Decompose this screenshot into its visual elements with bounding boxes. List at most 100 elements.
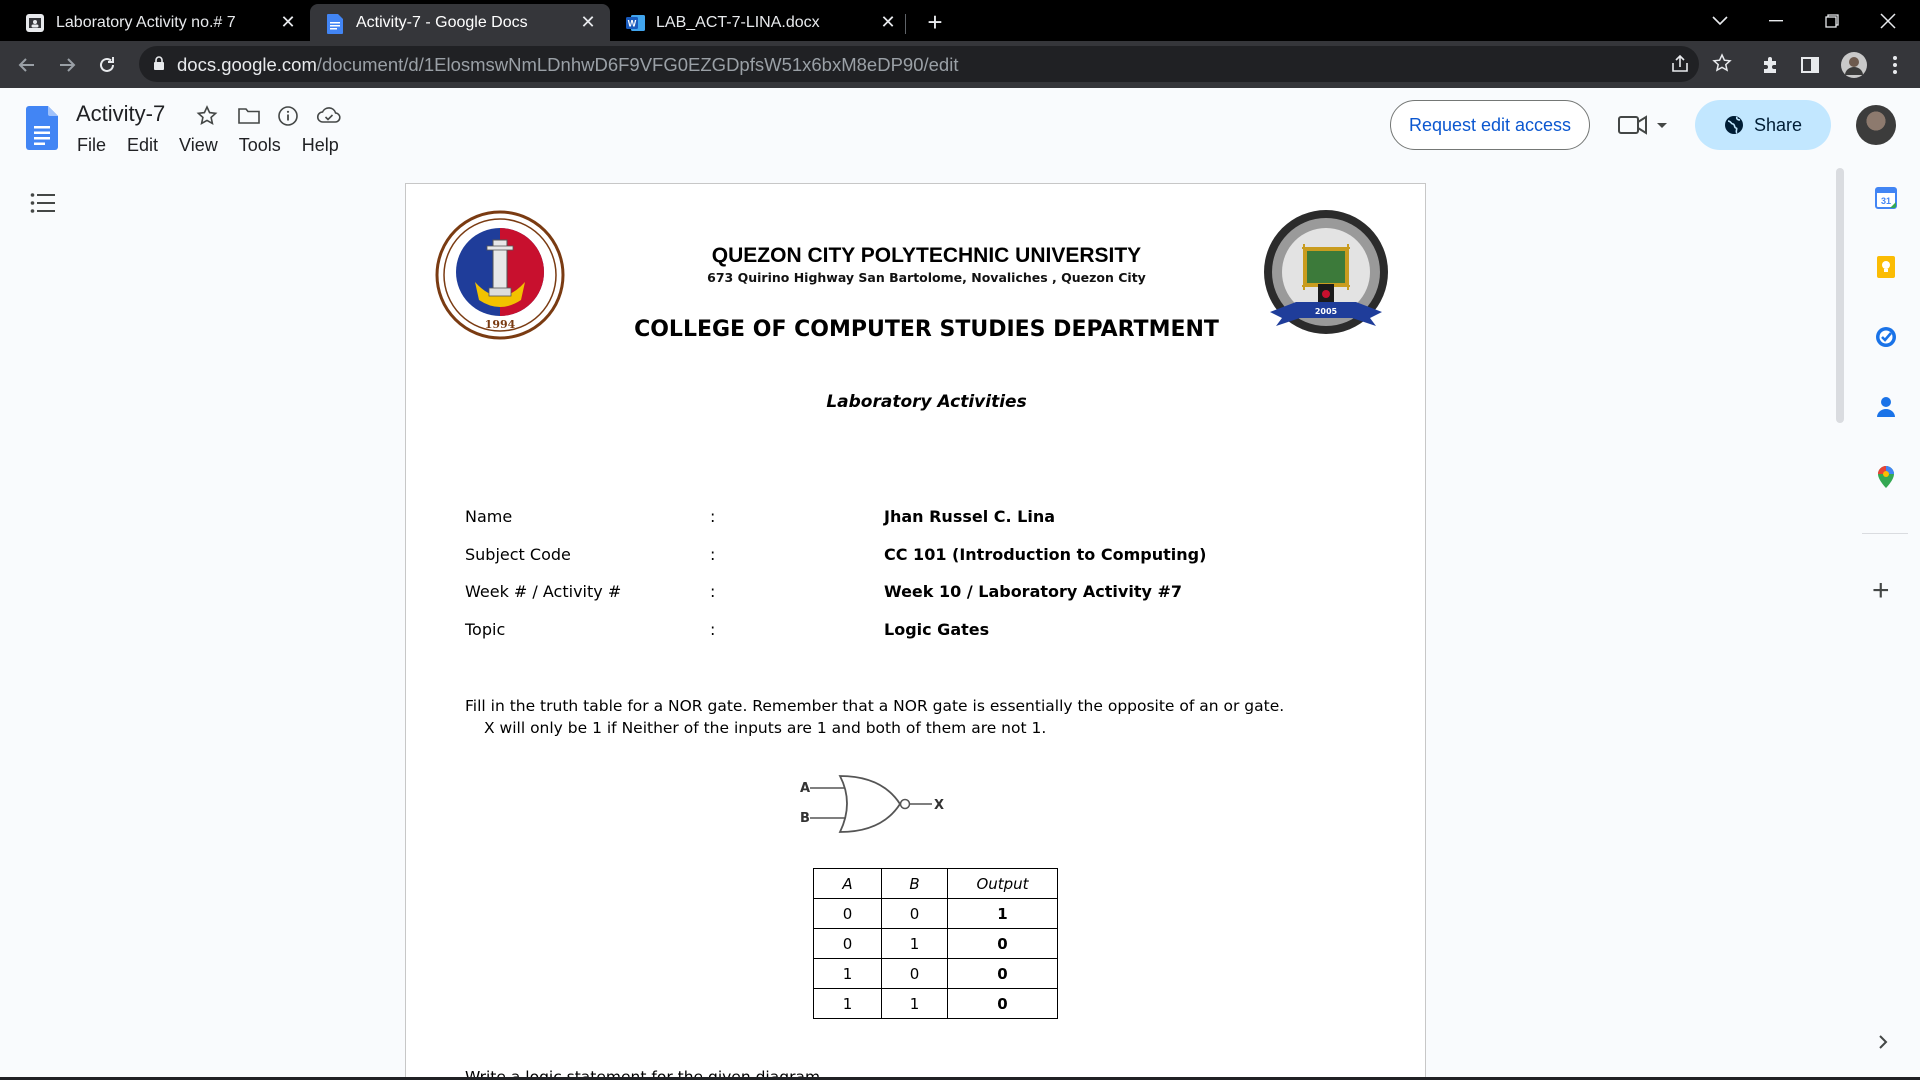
add-addon-button[interactable]: +: [1872, 574, 1890, 608]
table-row: 0 0 1: [813, 898, 1058, 929]
nor-gate-diagram: A B X: [800, 775, 944, 833]
instruction-line-2: X will only be 1 if Neither of the input…: [484, 719, 1047, 737]
docs-header: Activity-7 File Edit View Tools Help Req…: [0, 88, 1920, 168]
info-label: Week # / Activity #: [465, 582, 622, 601]
scrollbar-thumb[interactable]: [1836, 168, 1844, 423]
restore-icon[interactable]: [1804, 0, 1860, 41]
cell-b: 1: [881, 988, 948, 1019]
close-window-icon[interactable]: [1860, 0, 1916, 41]
menu-file[interactable]: File: [77, 135, 106, 156]
tab-title: Laboratory Activity no.# 7: [56, 13, 236, 31]
info-label: Subject Code: [465, 545, 571, 564]
tab-title: LAB_ACT-7-LINA.docx: [656, 13, 820, 31]
document-title[interactable]: Activity-7: [76, 101, 165, 127]
tab-word-doc[interactable]: W LAB_ACT-7-LINA.docx ✕: [610, 4, 910, 41]
laboratory-title: Laboratory Activities: [826, 392, 1027, 412]
meet-icon[interactable]: [1617, 113, 1669, 142]
menu-help[interactable]: Help: [302, 135, 339, 156]
forward-icon[interactable]: [52, 50, 82, 80]
cell-output: 0: [947, 988, 1058, 1019]
gate-output-x-label: X: [934, 798, 944, 813]
cell-b: 1: [881, 928, 948, 959]
close-icon[interactable]: ✕: [578, 12, 598, 33]
info-value: Week 10 / Laboratory Activity #7: [884, 582, 1182, 601]
back-icon[interactable]: [12, 50, 42, 80]
maps-icon[interactable]: [1874, 465, 1898, 489]
lock-icon[interactable]: [153, 56, 165, 76]
share-label: Share: [1753, 114, 1803, 135]
tab-search-icon[interactable]: [1692, 0, 1748, 41]
column-header-output: Output: [947, 868, 1058, 899]
cell-b: 0: [881, 898, 948, 929]
close-icon[interactable]: ✕: [278, 12, 298, 33]
address-toolbar: docs.google.com/document/d/1ElosmswNmLDn…: [0, 41, 1920, 88]
cell-a: 1: [813, 958, 882, 989]
minimize-icon[interactable]: [1748, 0, 1804, 41]
classroom-icon: [26, 13, 44, 32]
cell-a: 0: [813, 898, 882, 929]
table-row: 0 1 0: [813, 928, 1058, 959]
contacts-icon[interactable]: [1874, 395, 1898, 419]
tab-google-docs[interactable]: Activity-7 - Google Docs ✕: [310, 4, 610, 41]
info-colon: :: [710, 545, 716, 564]
document-page[interactable]: 1994 2005 QUEZON CITY POLYTECHNIC UNIVER…: [405, 183, 1426, 1080]
info-value: Jhan Russel C. Lina: [884, 507, 1056, 526]
university-name: QUEZON CITY POLYTECHNIC UNIVERSITY: [711, 244, 1142, 267]
gate-input-a-label: A: [800, 781, 810, 796]
info-value: Logic Gates: [884, 620, 990, 639]
close-icon[interactable]: ✕: [878, 12, 898, 33]
document-outline-icon[interactable]: [30, 192, 56, 219]
share-button[interactable]: Share: [1695, 100, 1831, 150]
instructions: Fill in the truth table for a NOR gate. …: [465, 695, 1284, 739]
url-path: /document/d/1ElosmswNmLDnhwD6F9VFG0EZGDp…: [316, 54, 959, 75]
request-edit-access-button[interactable]: Request edit access: [1390, 100, 1590, 150]
url-text[interactable]: docs.google.com/document/d/1ElosmswNmLDn…: [177, 54, 958, 76]
cell-output: 0: [947, 958, 1058, 989]
bookmark-star-icon[interactable]: [1712, 53, 1734, 75]
move-folder-icon[interactable]: [237, 105, 261, 129]
side-panel-divider: [1862, 533, 1908, 534]
browser-tab-strip: Laboratory Activity no.# 7 ✕ Activity-7 …: [0, 0, 1920, 41]
menu-tools[interactable]: Tools: [239, 135, 281, 156]
word-icon: W: [626, 14, 645, 32]
star-icon[interactable]: [196, 105, 220, 129]
user-avatar[interactable]: [1856, 105, 1896, 145]
chevron-right-icon[interactable]: [1876, 1033, 1890, 1056]
browser-menu-icon[interactable]: [1884, 54, 1908, 78]
info-colon: :: [710, 582, 716, 601]
cell-b: 0: [881, 958, 948, 989]
tasks-icon[interactable]: [1874, 325, 1898, 349]
table-row: 1 1 0: [813, 988, 1058, 1019]
info-value: CC 101 (Introduction to Computing): [884, 545, 1207, 564]
truth-table-header: A B Output: [813, 868, 1058, 899]
college-department: COLLEGE OF COMPUTER STUDIES DEPARTMENT: [634, 317, 1219, 342]
google-docs-logo-icon[interactable]: [26, 106, 58, 155]
cell-a: 1: [813, 988, 882, 1019]
info-label: Name: [465, 507, 513, 526]
menu-bar: File Edit View Tools Help: [77, 135, 360, 156]
new-tab-button[interactable]: +: [921, 9, 949, 37]
url-bar[interactable]: docs.google.com/document/d/1ElosmswNmLDn…: [139, 46, 1699, 82]
cell-a: 0: [813, 928, 882, 959]
calendar-icon[interactable]: 31: [1874, 186, 1898, 210]
column-header-b: B: [881, 868, 948, 899]
reload-icon[interactable]: [92, 50, 122, 80]
info-colon: :: [710, 620, 716, 639]
tab-separator: [905, 14, 906, 34]
table-row: 1 0 0: [813, 958, 1058, 989]
gate-input-b-label: B: [800, 811, 810, 826]
side-panel-icon[interactable]: [1799, 54, 1823, 78]
extensions-icon[interactable]: [1760, 54, 1784, 78]
info-icon[interactable]: [277, 105, 301, 129]
cloud-status-icon[interactable]: [316, 105, 342, 129]
calendar-day: 31: [1881, 196, 1891, 206]
info-colon: :: [710, 507, 716, 526]
google-docs-icon: [326, 13, 344, 34]
menu-edit[interactable]: Edit: [127, 135, 158, 156]
cell-output: 0: [947, 928, 1058, 959]
profile-avatar[interactable]: [1840, 51, 1868, 79]
menu-view[interactable]: View: [179, 135, 218, 156]
keep-icon[interactable]: [1874, 255, 1898, 279]
tab-laboratory-activity[interactable]: Laboratory Activity no.# 7 ✕: [10, 4, 310, 41]
share-page-icon[interactable]: [1670, 54, 1692, 76]
